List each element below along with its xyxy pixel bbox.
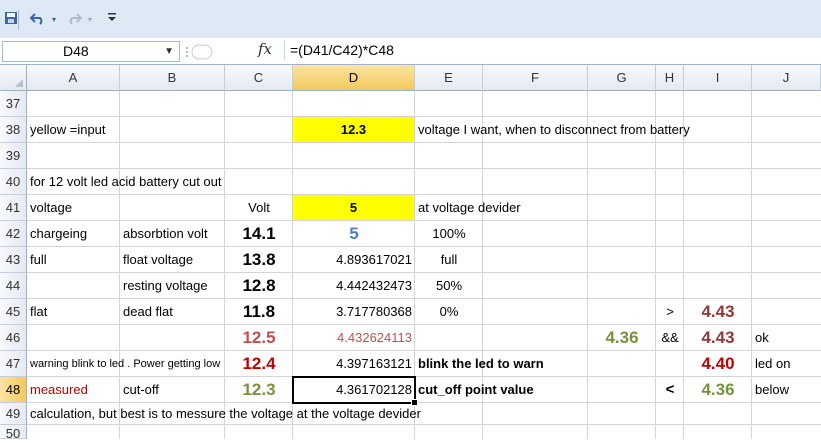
redo-icon[interactable]	[64, 11, 84, 29]
fx-label: fx	[258, 40, 273, 58]
active-cell-border	[292, 376, 418, 406]
row-header-41[interactable]: 41	[0, 195, 27, 221]
row-header-45[interactable]: 45	[0, 299, 27, 325]
toolbar-separator	[18, 10, 19, 30]
column-header-c[interactable]: C	[225, 65, 293, 91]
cell-e47[interactable]: blink the led to warn	[415, 351, 547, 377]
cell-c42[interactable]: 14.1	[225, 221, 293, 247]
cell-i46[interactable]: 4.43	[684, 325, 752, 351]
cell-c46[interactable]: 12.5	[225, 325, 293, 351]
column-header-e[interactable]: E	[415, 65, 483, 91]
cell-a42[interactable]: chargeing	[27, 221, 90, 247]
formula-bar-splitter[interactable]	[184, 42, 244, 60]
cell-b43[interactable]: float voltage	[120, 247, 196, 273]
undo-icon[interactable]	[28, 11, 48, 29]
cell-j48[interactable]: below	[752, 377, 792, 403]
cell-g46[interactable]: 4.36	[588, 325, 656, 351]
cell-j46[interactable]: ok	[752, 325, 772, 351]
cell-d47[interactable]: 4.397163121	[293, 351, 415, 377]
cell-e41[interactable]: at voltage devider	[415, 195, 524, 221]
cell-a38[interactable]: yellow =input	[27, 117, 109, 143]
cell-h45[interactable]: >	[656, 299, 684, 325]
cell-d45[interactable]: 3.717780368	[293, 299, 415, 325]
row-header-37[interactable]: 37	[0, 91, 27, 117]
customize-qat-icon[interactable]	[106, 11, 118, 29]
column-header-f[interactable]: F	[483, 65, 588, 91]
worksheet-grid[interactable]: A B C D E F G H I J 37 38 39 40 41 42 43…	[0, 65, 821, 441]
quick-access-toolbar: ▾ ▾	[0, 0, 821, 39]
cell-h46[interactable]: &&	[656, 325, 684, 351]
cell-a48[interactable]: measured	[27, 377, 91, 403]
row-header-48[interactable]: 48	[0, 377, 27, 403]
cell-e43[interactable]: full	[415, 247, 483, 273]
cell-e44[interactable]: 50%	[415, 273, 483, 299]
chevron-down-icon[interactable]: ▼	[164, 42, 174, 61]
name-box[interactable]: D48 ▼	[2, 41, 180, 62]
cell-c41[interactable]: Volt	[225, 195, 293, 221]
cell-c45[interactable]: 11.8	[225, 299, 293, 325]
cell-d41[interactable]: 5	[293, 195, 414, 220]
row-header-40[interactable]: 40	[0, 169, 27, 195]
cell-j47[interactable]: led on	[752, 351, 793, 377]
row-header-39[interactable]: 39	[0, 143, 27, 169]
cell-a40[interactable]: for 12 volt led acid battery cut out	[27, 169, 225, 195]
row-header-38[interactable]: 38	[0, 117, 27, 143]
cell-c47[interactable]: 12.4	[225, 351, 293, 377]
cell-b48[interactable]: cut-off	[120, 377, 162, 403]
row-header-44[interactable]: 44	[0, 273, 27, 299]
cell-d42[interactable]: 5	[293, 221, 415, 247]
formula-input[interactable]: =(D41/C42)*C48	[284, 40, 821, 60]
gridline	[587, 91, 588, 439]
row-header-46[interactable]: 46	[0, 325, 27, 351]
cell-e38[interactable]: voltage I want, when to disconnect from …	[415, 117, 693, 143]
cell-i47[interactable]: 4.40	[684, 351, 752, 377]
row-header-49[interactable]: 49	[0, 403, 27, 425]
cell-a45[interactable]: flat	[27, 299, 50, 325]
column-header-b[interactable]: B	[120, 65, 225, 91]
column-header-h[interactable]: H	[656, 65, 684, 91]
row-header-42[interactable]: 42	[0, 221, 27, 247]
cell-e42[interactable]: 100%	[415, 221, 483, 247]
cell-c44[interactable]: 12.8	[225, 273, 293, 299]
row-header-43[interactable]: 43	[0, 247, 27, 273]
cell-d46[interactable]: 4.432624113	[293, 325, 415, 351]
row-header-47[interactable]: 47	[0, 351, 27, 377]
column-header-a[interactable]: A	[27, 65, 120, 91]
cell-d38[interactable]: 12.3	[293, 117, 414, 142]
cell-a41[interactable]: voltage	[27, 195, 75, 221]
cell-i48[interactable]: 4.36	[684, 377, 752, 403]
cell-d43[interactable]: 4.893617021	[293, 247, 415, 273]
name-box-value: D48	[63, 43, 89, 59]
cell-c48[interactable]: 12.3	[225, 377, 293, 403]
save-icon[interactable]	[4, 11, 18, 29]
cell-e45[interactable]: 0%	[415, 299, 483, 325]
column-header-i[interactable]: I	[684, 65, 752, 91]
select-all-button[interactable]	[0, 65, 27, 91]
cell-c43[interactable]: 13.8	[225, 247, 293, 273]
cell-h48[interactable]: <	[656, 377, 684, 403]
cell-a43[interactable]: full	[27, 247, 50, 273]
redo-dropdown-icon[interactable]: ▾	[86, 11, 94, 29]
column-header-j[interactable]: J	[752, 65, 821, 91]
cell-i45[interactable]: 4.43	[684, 299, 752, 325]
undo-dropdown-icon[interactable]: ▾	[50, 11, 58, 29]
column-header-d[interactable]: D	[293, 65, 415, 91]
formula-bar: D48 ▼ fx =(D41/C42)*C48	[0, 38, 821, 65]
column-header-g[interactable]: G	[588, 65, 656, 91]
cell-d44[interactable]: 4.442432473	[293, 273, 415, 299]
cell-b45[interactable]: dead flat	[120, 299, 176, 325]
cell-e48[interactable]: cut_off point value	[415, 377, 537, 403]
cell-a49[interactable]: calculation, but best is to messure the …	[27, 403, 424, 425]
insert-function-icon[interactable]: fx	[258, 40, 272, 58]
cell-a47[interactable]: warning blink to led . Power getting low	[27, 351, 225, 377]
cell-b44[interactable]: resting voltage	[120, 273, 211, 299]
cell-b42[interactable]: absorbtion volt	[120, 221, 211, 247]
row-header-50[interactable]: 50	[0, 425, 27, 441]
